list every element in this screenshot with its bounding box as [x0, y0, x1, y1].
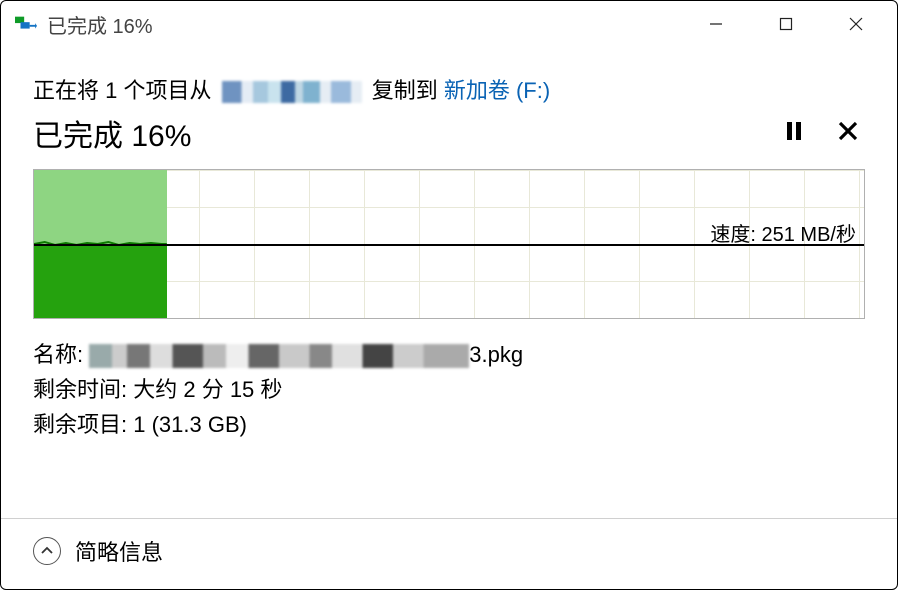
detail-name-row: 名称: 3.pkg — [33, 337, 865, 372]
copy-prefix: 正在将 1 个项目从 — [33, 78, 211, 103]
time-remaining-value: 大约 2 分 15 秒 — [133, 377, 282, 402]
items-remaining-value: 1 (31.3 GB) — [133, 412, 247, 437]
destination-link[interactable]: 新加卷 (F:) — [444, 78, 550, 103]
cancel-button[interactable] — [837, 120, 859, 147]
chart-fill-upper — [34, 170, 167, 244]
time-remaining-label: 剩余时间: — [33, 377, 127, 402]
copy-app-icon — [15, 16, 37, 32]
details-toggle-label: 简略信息 — [75, 535, 163, 567]
dialog-content: 正在将 1 个项目从 复制到 新加卷 (F:) 已完成 16% — [1, 47, 897, 518]
items-remaining-label: 剩余项目: — [33, 412, 127, 437]
maximize-button[interactable] — [751, 4, 821, 44]
speed-label: 速度: 251 MB/秒 — [710, 218, 856, 247]
copy-mid: 复制到 — [372, 78, 438, 103]
detail-time-row: 剩余时间: 大约 2 分 15 秒 — [33, 372, 865, 407]
filename-suffix: 3.pkg — [469, 342, 523, 367]
chart-fill-lower — [34, 244, 167, 318]
details-toggle-button[interactable] — [33, 537, 61, 565]
filename-redacted — [89, 344, 469, 368]
detail-items-row: 剩余项目: 1 (31.3 GB) — [33, 407, 865, 442]
source-name-redacted — [222, 81, 362, 103]
status-row: 已完成 16% — [33, 111, 865, 155]
titlebar: 已完成 16% — [1, 1, 897, 47]
speed-chart: 速度: 251 MB/秒 — [33, 169, 865, 319]
window-title: 已完成 16% — [47, 10, 681, 39]
transfer-details: 名称: 3.pkg 剩余时间: 大约 2 分 15 秒 剩余项目: 1 (31.… — [33, 337, 865, 443]
copy-dialog-window: 已完成 16% 正在将 1 个项目从 复制到 新加卷 (F:) 已完成 16% — [0, 0, 898, 590]
minimize-button[interactable] — [681, 4, 751, 44]
dialog-footer: 简略信息 — [1, 518, 897, 589]
name-label: 名称: — [33, 342, 83, 367]
close-window-button[interactable] — [821, 4, 891, 44]
status-text: 已完成 16% — [33, 111, 191, 155]
transfer-actions — [783, 120, 865, 147]
pause-button[interactable] — [783, 120, 805, 147]
copy-description: 正在将 1 个项目从 复制到 新加卷 (F:) — [33, 73, 865, 105]
